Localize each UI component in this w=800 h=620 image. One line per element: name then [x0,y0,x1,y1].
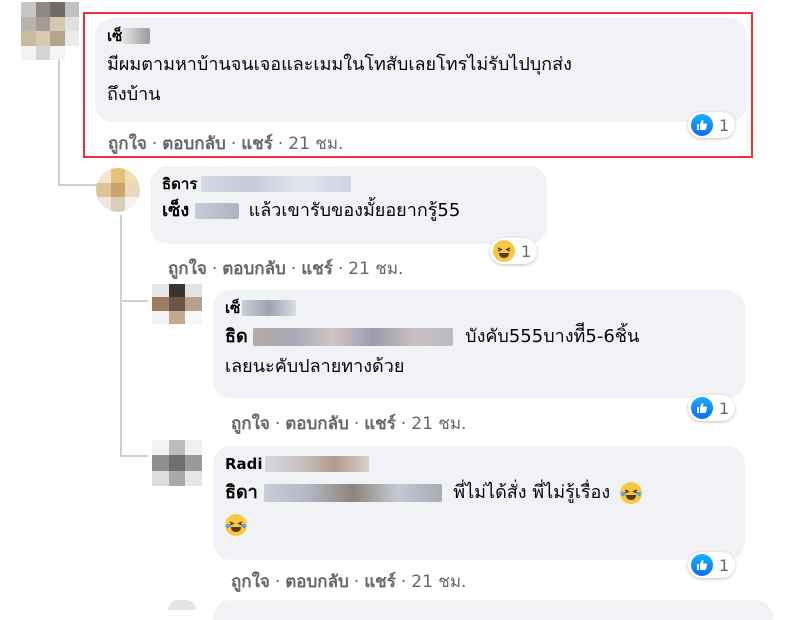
laughing-emoji-icon [619,482,642,504]
separator: · [277,134,284,154]
avatar[interactable] [96,168,140,212]
reaction-badge[interactable]: 1 [688,112,736,138]
separator: · [400,414,407,434]
reply-action[interactable]: ตอบกลับ [162,134,226,154]
share-action[interactable]: แชร์ [364,572,396,592]
reply-action[interactable]: ตอบกลับ [222,259,286,279]
reply-action[interactable]: ตอบกลับ [285,414,349,434]
like-action[interactable]: ถูกใจ [231,572,270,592]
blurred-name [122,28,151,44]
comment-author[interactable]: ธิดาร [162,174,535,194]
reaction-badge[interactable]: 1 [688,552,736,578]
author-name-visible: เซ็ [225,299,241,317]
comment-text-line: เลยนะคับปลายทางด้วย [225,356,405,377]
comment-text-line: ถึงบ้าน [107,84,161,105]
comment-text-line: มีผมตามหาบ้านจนเจอและเมมในโทสับเลยโทรไม่… [107,54,572,75]
separator: · [337,259,344,279]
comment-author[interactable]: Radi [225,454,733,474]
reaction-count: 1 [719,398,730,418]
avatar[interactable] [168,600,196,610]
separator: · [353,572,360,592]
timestamp[interactable]: 21 ชม. [411,572,466,592]
thread-line [120,455,148,457]
blurred-name [242,300,297,316]
separator: · [353,414,360,434]
avatar[interactable] [152,284,202,324]
separator: · [230,134,237,154]
comment-author[interactable]: เซ็ [107,26,735,46]
reaction-badge[interactable]: 1 [688,395,736,421]
author-name-visible: Radi [225,455,263,473]
comment-text-line: บังคับ555บางทีี5-6ชิ้น [465,326,640,347]
thread-line [58,184,98,186]
mention-link[interactable]: ธิดา [225,482,258,503]
blurred-name [264,456,369,472]
comment-bubble: Radi ธิดา พี่ไม่ได้สั่ง พี่ไม่รู้เรื่อง [213,446,745,560]
comment-text: ธิด บังคับ555บางทีี5-6ชิ้น เลยนะคับปลายท… [225,322,733,382]
blurred-mention [253,328,454,346]
reaction-count: 1 [719,555,730,575]
author-name-visible: ธิดาร [162,175,198,193]
thread-line [58,60,60,185]
comment-actions: ถูกใจ · ตอบกลับ · แชร์ · 21 ชม. [108,130,343,157]
separator: · [274,572,281,592]
separator: · [151,134,158,154]
mention-link[interactable]: เซ็ง [162,200,189,221]
comment-text-line: พี่ไม่ได้สั่ง พี่ไม่รู้เรื่อง [453,482,611,503]
like-action[interactable]: ถูกใจ [108,134,147,154]
reaction-count: 1 [719,115,730,135]
reaction-count: 1 [521,241,532,261]
comment-bubble: เซ็ มีผมตามหาบ้านจนเจอและเมมในโทสับเลยโท… [95,18,747,122]
separator: · [274,414,281,434]
separator: · [290,259,297,279]
comment-actions: ถูกใจ · ตอบกลับ · แชร์ · 21 ชม. [231,568,466,595]
like-action[interactable]: ถูกใจ [168,259,207,279]
timestamp[interactable]: 21 ชม. [288,134,343,154]
thread-line [120,215,122,455]
comment-author[interactable]: เซ็ [225,298,733,318]
like-icon [691,554,713,576]
comment-bubble [213,600,773,620]
comment-actions: ถูกใจ · ตอบกลับ · แชร์ · 21 ชม. [231,410,466,437]
comment-text: ธิดา พี่ไม่ได้สั่ง พี่ไม่รู้เรื่อง [225,478,733,540]
thread-line [120,300,148,302]
separator: · [400,572,407,592]
share-action[interactable]: แชร์ [301,259,333,279]
haha-icon [493,240,515,262]
share-action[interactable]: แชร์ [241,134,273,154]
reply-action[interactable]: ตอบกลับ [285,572,349,592]
comment-actions: ถูกใจ · ตอบกลับ · แชร์ · 21 ชม. [168,255,403,282]
laughing-emoji-icon [225,514,247,536]
avatar[interactable] [152,440,202,486]
comment-text: มีผมตามหาบ้านจนเจอและเมมในโทสับเลยโทรไม่… [107,50,735,110]
mention-link[interactable]: ธิด [225,326,248,347]
blurred-mention [194,203,239,219]
like-action[interactable]: ถูกใจ [231,414,270,434]
like-icon [691,397,713,419]
reaction-badge[interactable]: 1 [490,238,538,264]
comment-bubble: ธิดาร เซ็ง แล้วเขารับของมั้ยอยากรู้55 [150,166,547,244]
author-name-visible: เซ็ [107,27,123,45]
timestamp[interactable]: 21 ชม. [348,259,403,279]
comment-text: เซ็ง แล้วเขารับของมั้ยอยากรู้55 [162,196,535,226]
blurred-name [201,176,352,192]
separator: · [211,259,218,279]
like-icon [691,114,713,136]
avatar[interactable] [21,2,79,60]
blurred-mention [263,484,442,502]
comment-text-line: แล้วเขารับของมั้ยอยากรู้55 [248,200,461,221]
comment-bubble: เซ็ ธิด บังคับ555บางทีี5-6ชิ้น เลยนะคับป… [213,290,745,398]
share-action[interactable]: แชร์ [364,414,396,434]
timestamp[interactable]: 21 ชม. [411,414,466,434]
